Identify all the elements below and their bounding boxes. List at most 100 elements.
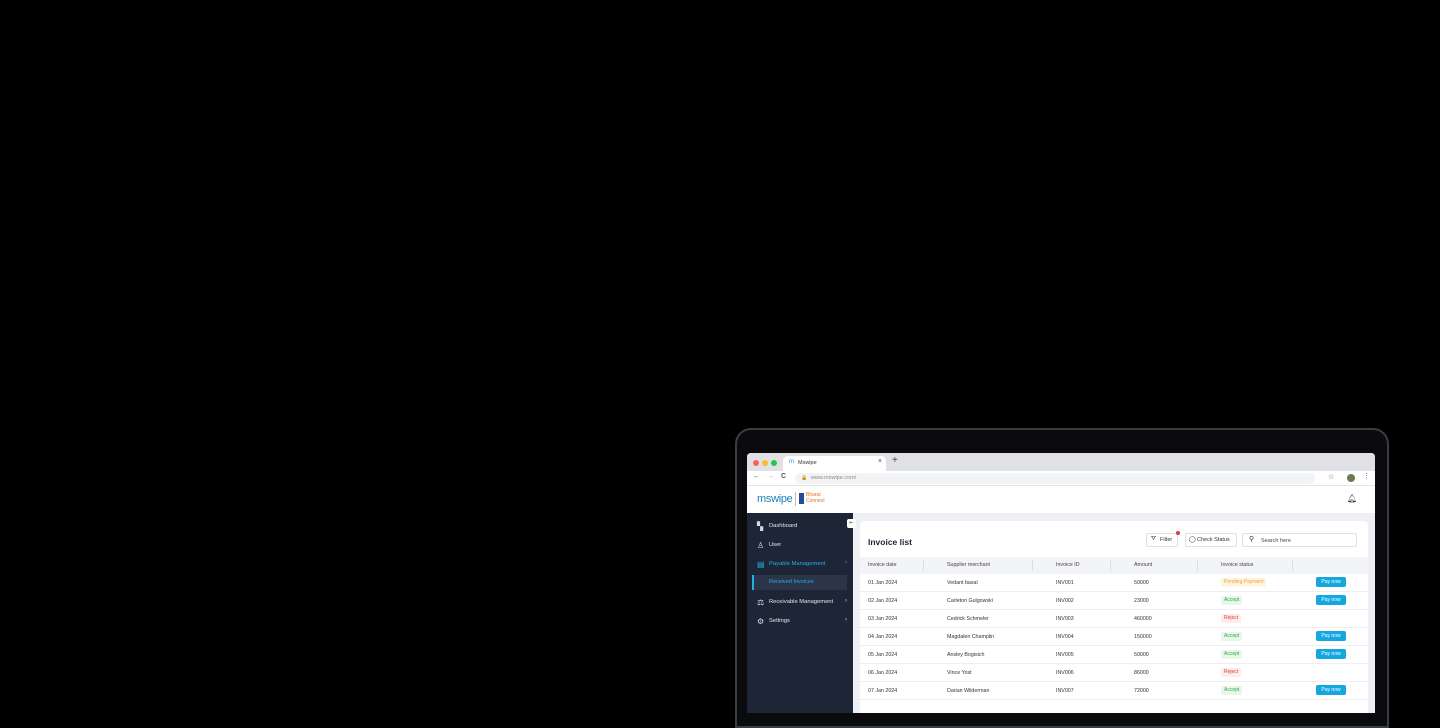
sidebar-subitem-received-invoices[interactable]: Received Invoices bbox=[752, 575, 847, 590]
invoice-date-cell: 03 Jan 2024 bbox=[868, 616, 898, 622]
close-window-dot[interactable] bbox=[753, 460, 759, 466]
column-header: Invoice date bbox=[868, 562, 897, 568]
tab-close-icon[interactable]: × bbox=[878, 458, 882, 465]
gear-icon: ⚙ bbox=[757, 617, 765, 626]
pay-now-button[interactable]: Pay now bbox=[1316, 595, 1346, 605]
forward-icon[interactable]: → bbox=[767, 473, 774, 480]
status-badge: Accept bbox=[1221, 650, 1243, 659]
page-title: Invoice list bbox=[868, 537, 912, 547]
amount-cell: 150000 bbox=[1134, 634, 1152, 640]
reload-icon[interactable]: C bbox=[781, 473, 786, 480]
browser-menu-icon[interactable]: ⋮ bbox=[1363, 472, 1370, 480]
check-status-button[interactable]: ◯ Check Status bbox=[1185, 533, 1237, 547]
column-divider bbox=[1292, 560, 1293, 571]
supplier-merchant-cell: Cedrick Schmeler bbox=[947, 616, 989, 622]
sidebar: ▚ Dashboard ♙ User ▤ Payable Management … bbox=[747, 513, 853, 713]
status-badge: Reject bbox=[1221, 614, 1242, 623]
profile-avatar[interactable] bbox=[1347, 474, 1355, 482]
pay-now-button[interactable]: Pay now bbox=[1316, 631, 1346, 641]
main-content: Invoice list ⛛ Filter ◯ Check Status ⚲ I… bbox=[853, 513, 1375, 713]
column-divider bbox=[923, 560, 924, 571]
new-tab-icon[interactable]: + bbox=[892, 456, 898, 466]
laptop-frame: m Mswipe × + ← → C 🔒 www.mswipe.com/ ☆ ⋮… bbox=[735, 428, 1389, 728]
invoice-id-cell: INV006 bbox=[1056, 670, 1074, 676]
check-status-label: Check Status bbox=[1197, 537, 1230, 543]
mswipe-favicon-icon: m bbox=[789, 459, 794, 465]
url-field[interactable]: 🔒 www.mswipe.com/ bbox=[795, 473, 1315, 484]
sidebar-item-dashboard[interactable]: ▚ Dashboard bbox=[747, 519, 853, 535]
search-box: ⚲ bbox=[1242, 533, 1357, 547]
invoice-id-cell: INV001 bbox=[1056, 580, 1074, 586]
sidebar-item-receivable-management[interactable]: ⚖ Receivable Management › bbox=[747, 595, 853, 611]
bell-icon[interactable]: 🔔︎ bbox=[1347, 494, 1357, 503]
column-header: Amount bbox=[1134, 562, 1153, 568]
column-divider bbox=[1110, 560, 1111, 571]
filter-button[interactable]: ⛛ Filter bbox=[1146, 533, 1178, 547]
invoice-card: Invoice list ⛛ Filter ◯ Check Status ⚲ I… bbox=[860, 521, 1368, 713]
supplier-merchant-cell: Ansley Bogisich bbox=[947, 652, 985, 658]
column-divider bbox=[1197, 560, 1198, 571]
collapse-sidebar-icon[interactable]: ⇤ bbox=[847, 519, 856, 528]
table-row: 04 Jan 2024 Magdalen Champlin INV004 150000… bbox=[860, 628, 1368, 646]
status-badge: Accept bbox=[1221, 686, 1243, 695]
tab-title: Mswipe bbox=[798, 460, 817, 466]
pay-now-button[interactable]: Pay now bbox=[1316, 685, 1346, 695]
pay-now-button[interactable]: Pay now bbox=[1316, 649, 1346, 659]
invoice-date-cell: 05 Jan 2024 bbox=[868, 652, 898, 658]
lock-icon: 🔒 bbox=[801, 475, 808, 481]
url-text: www.mswipe.com/ bbox=[811, 475, 857, 481]
amount-cell: 50000 bbox=[1134, 652, 1149, 658]
column-header: Invoice ID bbox=[1056, 562, 1080, 568]
address-bar-row: ← → C 🔒 www.mswipe.com/ ☆ ⋮ bbox=[747, 471, 1375, 486]
refresh-icon: ◯ bbox=[1189, 537, 1196, 543]
search-input[interactable] bbox=[1261, 536, 1351, 545]
dashboard-icon: ▚ bbox=[757, 522, 764, 531]
pay-now-button[interactable]: Pay now bbox=[1316, 577, 1346, 587]
amount-cell: 86000 bbox=[1134, 670, 1149, 676]
status-badge: Pending Payment bbox=[1221, 578, 1267, 587]
partner-line-2: Connect bbox=[806, 498, 825, 504]
invoice-date-cell: 07 Jan 2024 bbox=[868, 688, 898, 694]
supplier-merchant-cell: Vince Yost bbox=[947, 670, 972, 676]
amount-cell: 23000 bbox=[1134, 598, 1149, 604]
invoice-id-cell: INV004 bbox=[1056, 634, 1074, 640]
bharat-connect-logo-text: Bharat Connect bbox=[806, 492, 825, 504]
sidebar-item-user[interactable]: ♙ User bbox=[747, 538, 853, 554]
supplier-merchant-cell: Carleton Gulgowski bbox=[947, 598, 993, 604]
chevron-right-icon: › bbox=[845, 598, 847, 604]
sidebar-item-settings[interactable]: ⚙ Settings › bbox=[747, 614, 853, 630]
minimize-window-dot[interactable] bbox=[762, 460, 768, 466]
back-icon[interactable]: ← bbox=[753, 473, 760, 480]
table-row: 06 Jan 2024 Vince Yost INV006 86000 Reject bbox=[860, 664, 1368, 682]
filter-label: Filter bbox=[1160, 537, 1173, 543]
sidebar-subitem-label: Received Invoices bbox=[769, 579, 814, 585]
invoice-icon: ▤ bbox=[757, 560, 765, 569]
table-row: 03 Jan 2024 Cedrick Schmeler INV003 460000 R… bbox=[860, 610, 1368, 628]
table-row: 02 Jan 2024 Carleton Gulgowski INV002 23000… bbox=[860, 592, 1368, 610]
maximize-window-dot[interactable] bbox=[771, 460, 777, 466]
receivable-icon: ⚖ bbox=[757, 598, 765, 607]
browser-tab[interactable]: m Mswipe × bbox=[783, 456, 886, 471]
bookmark-star-icon[interactable]: ☆ bbox=[1328, 473, 1334, 481]
chevron-right-icon: › bbox=[845, 617, 847, 623]
browser-tab-bar: m Mswipe × + bbox=[747, 453, 1375, 471]
invoice-date-cell: 01 Jan 2024 bbox=[868, 580, 898, 586]
table-row: 07 Jan 2024 Darian Wilderman INV007 72000 Ac… bbox=[860, 682, 1368, 700]
status-badge: Accept bbox=[1221, 596, 1243, 605]
sidebar-item-label: Receivable Management bbox=[769, 599, 834, 605]
app-header: mswipe Bharat Connect 🔔︎ bbox=[747, 486, 1375, 513]
user-icon: ♙ bbox=[757, 541, 765, 550]
supplier-merchant-cell: Darian Wilderman bbox=[947, 688, 990, 694]
invoice-id-cell: INV007 bbox=[1056, 688, 1074, 694]
bharat-connect-logo-icon bbox=[799, 493, 804, 504]
invoice-date-cell: 02 Jan 2024 bbox=[868, 598, 898, 604]
browser-window: m Mswipe × + ← → C 🔒 www.mswipe.com/ ☆ ⋮… bbox=[747, 453, 1375, 713]
supplier-merchant-cell: Vedant basal bbox=[947, 580, 978, 586]
supplier-merchant-cell: Magdalen Champlin bbox=[947, 634, 995, 640]
sidebar-item-label: User bbox=[769, 542, 782, 548]
sidebar-item-label: Dashboard bbox=[769, 523, 798, 529]
table-header: Invoice date Supplier merchant Invoice I… bbox=[860, 557, 1368, 574]
sidebar-item-payable-management[interactable]: ▤ Payable Management › bbox=[747, 557, 853, 573]
sidebar-item-label: Payable Management bbox=[769, 561, 826, 567]
filter-indicator-dot bbox=[1176, 531, 1180, 535]
